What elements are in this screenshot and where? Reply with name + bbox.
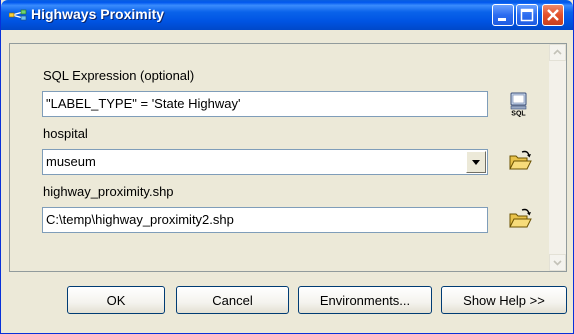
sql-query-builder-icon[interactable]: SQL xyxy=(507,91,533,117)
minimize-icon xyxy=(498,18,506,21)
dialog-window: Highways Proximity SQL Expression (optio… xyxy=(0,0,574,334)
environments-button[interactable]: Environments... xyxy=(298,286,432,314)
cancel-button[interactable]: Cancel xyxy=(176,286,289,314)
parameters-panel: SQL Expression (optional) "LABEL_TYPE" =… xyxy=(9,43,567,272)
open-folder-icon[interactable] xyxy=(507,148,533,174)
svg-text:SQL: SQL xyxy=(511,111,526,118)
input-dataset-value: museum xyxy=(46,154,96,169)
scroll-up-button[interactable] xyxy=(549,44,566,61)
chevron-down-icon xyxy=(553,260,562,266)
sql-expression-label: SQL Expression (optional) xyxy=(43,68,195,83)
maximize-button[interactable] xyxy=(516,4,538,26)
sql-expression-input[interactable]: "LABEL_TYPE" = 'State Highway' xyxy=(42,91,488,117)
chevron-down-icon xyxy=(472,160,480,165)
output-feature-class-input[interactable]: C:\temp\highway_proximity2.shp xyxy=(42,207,488,233)
title-bar[interactable]: Highways Proximity xyxy=(1,0,573,30)
close-button[interactable] xyxy=(542,4,564,26)
output-feature-class-label: highway_proximity.shp xyxy=(43,184,174,199)
input-dataset-combobox[interactable]: museum xyxy=(42,149,488,175)
scroll-down-button[interactable] xyxy=(549,254,566,271)
vertical-scrollbar[interactable] xyxy=(549,44,566,271)
input-dataset-label: hospital xyxy=(43,126,88,141)
window-title: Highways Proximity xyxy=(31,6,165,22)
close-icon xyxy=(547,9,559,21)
dropdown-button[interactable] xyxy=(466,151,486,173)
ok-button[interactable]: OK xyxy=(67,286,165,314)
model-tool-icon xyxy=(9,9,27,21)
show-help-button[interactable]: Show Help >> xyxy=(441,286,567,314)
maximize-icon xyxy=(520,8,534,22)
minimize-button[interactable] xyxy=(492,4,514,26)
open-folder-icon[interactable] xyxy=(507,206,533,232)
chevron-up-icon xyxy=(553,49,562,55)
